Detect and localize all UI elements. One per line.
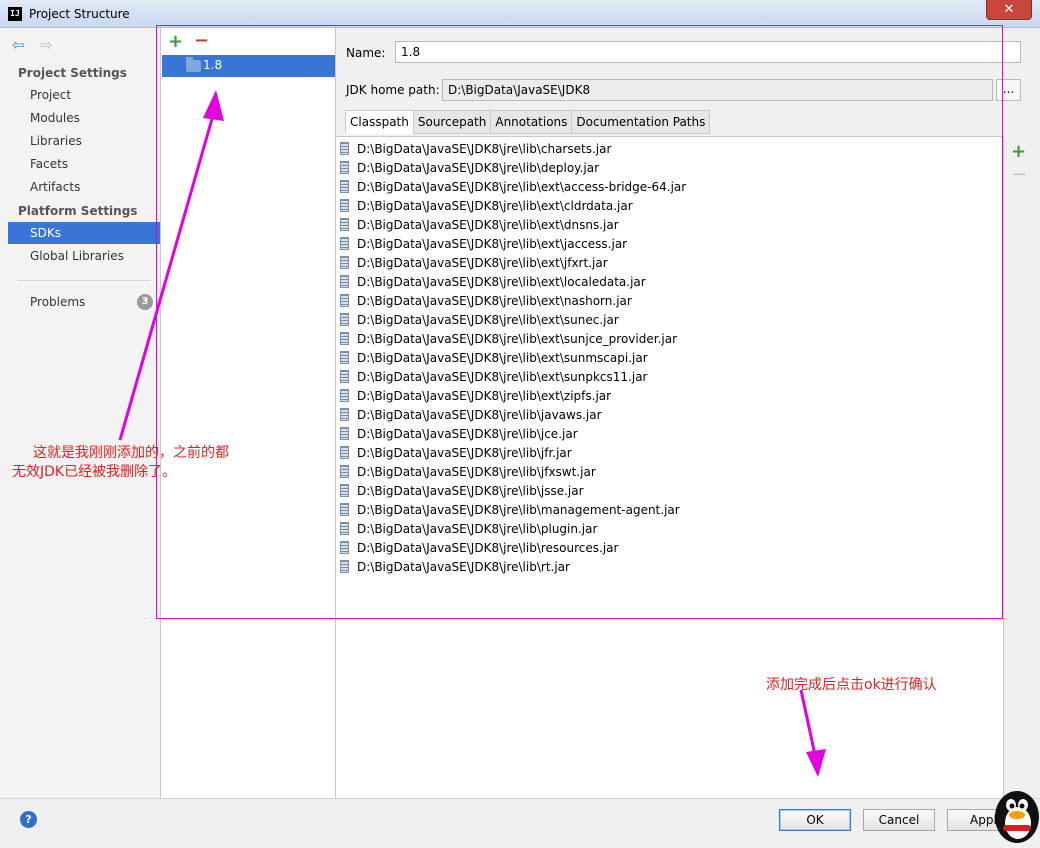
annotation-note-line-2: 无效JDK已经被我删除了。 (12, 464, 177, 480)
arrow-to-ok-line (799, 689, 817, 756)
annotation-arrows (118, 90, 826, 777)
arrow-to-ok-head (806, 749, 826, 777)
arrow-to-sdk-line (118, 111, 216, 441)
arrow-to-sdk-head (203, 90, 224, 121)
annotation-ok-note: 添加完成后点击ok进行确认 (766, 677, 937, 693)
annotation-note-line-1: 这就是我刚刚添加的，之前的都 (33, 445, 229, 461)
penguin-mascot-icon (995, 791, 1039, 843)
